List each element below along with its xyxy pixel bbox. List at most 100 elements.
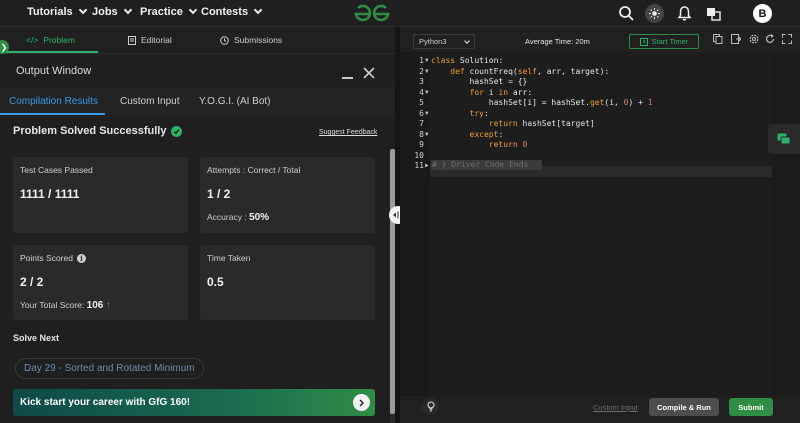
average-time: Average Time: 20m bbox=[525, 37, 590, 46]
compile-run-button[interactable]: Compile & Run bbox=[649, 398, 719, 416]
translate-icon[interactable] bbox=[705, 5, 722, 22]
total-score: Your Total Score: 106 ↑ bbox=[20, 300, 111, 311]
chevron-down-icon bbox=[464, 38, 470, 44]
theme-toggle-button[interactable] bbox=[645, 4, 664, 23]
code-line: 2 ▼ def countFreq(self, arr, target): bbox=[400, 67, 800, 78]
nav-contests[interactable]: Contests bbox=[201, 5, 263, 18]
code-line: 8 ▼ except: bbox=[400, 130, 800, 141]
line-number: 4 bbox=[419, 87, 424, 97]
card-label-row: Points Scored i bbox=[20, 253, 86, 263]
search-icon[interactable] bbox=[618, 5, 635, 22]
suggest-feedback-link[interactable]: Suggest Feedback bbox=[319, 129, 377, 136]
custom-input-link[interactable]: Custom Input bbox=[593, 403, 638, 412]
chat-icon bbox=[777, 133, 791, 145]
tab-submissions[interactable]: Submissions bbox=[220, 35, 282, 45]
card-label: Attempts : Correct / Total bbox=[207, 165, 301, 175]
chevron-down-icon bbox=[78, 5, 87, 15]
tab-editorial[interactable]: Editorial bbox=[128, 35, 172, 45]
gfg-logo[interactable] bbox=[352, 3, 392, 25]
active-result-tab-indicator bbox=[0, 113, 105, 115]
fullscreen-icon[interactable] bbox=[782, 34, 792, 44]
code-line: 7 return hashSet[target] bbox=[400, 119, 800, 130]
close-icon[interactable] bbox=[362, 66, 376, 80]
avatar[interactable]: B bbox=[753, 4, 772, 23]
hint-button[interactable] bbox=[422, 398, 439, 415]
language-select[interactable]: Python3 bbox=[413, 34, 475, 49]
card-value: 1111 / 1111 bbox=[20, 187, 80, 201]
lightbulb-icon bbox=[427, 401, 434, 412]
line-number: 3 bbox=[419, 77, 424, 86]
line-number: 11 bbox=[414, 161, 424, 170]
output-window-title: Output Window bbox=[16, 65, 92, 77]
tab-compilation-results[interactable]: Compilation Results bbox=[9, 96, 98, 107]
code-line: 3 hashSet = {} bbox=[400, 77, 800, 88]
check-circle-icon bbox=[171, 125, 183, 137]
line-number: 10 bbox=[414, 150, 424, 160]
tab-editorial-label: Editorial bbox=[141, 35, 172, 45]
code-icon: </> bbox=[26, 35, 39, 45]
fold-icon[interactable]: ▼ bbox=[425, 109, 429, 120]
card-value: 1 / 2 bbox=[207, 187, 231, 201]
line-number: 1 bbox=[419, 56, 424, 65]
fold-icon[interactable]: ▶ bbox=[425, 161, 429, 172]
fold-icon[interactable]: ▼ bbox=[425, 88, 429, 99]
card-value: 2 / 2 bbox=[20, 275, 44, 289]
next-problem-link[interactable]: Day 29 - Sorted and Rotated Minimum bbox=[15, 358, 204, 379]
fold-icon[interactable]: ▼ bbox=[425, 67, 429, 78]
promo-banner-text: Kick start your career with GfG 160! bbox=[20, 397, 191, 408]
copy-icon[interactable] bbox=[713, 34, 723, 44]
fold-icon[interactable]: ▼ bbox=[425, 130, 429, 141]
chevron-down-icon bbox=[188, 5, 198, 15]
editor-scrollbar[interactable] bbox=[772, 52, 800, 398]
language-value: Python3 bbox=[419, 37, 447, 46]
chat-button[interactable] bbox=[768, 124, 800, 154]
top-navbar: Tutorials Jobs Practice Contests B bbox=[0, 0, 800, 27]
chevron-right-icon: ❯ bbox=[0, 42, 8, 52]
line-number: 8 bbox=[419, 129, 424, 139]
card-points: Points Scored i 2 / 2 Your Total Score: … bbox=[13, 245, 188, 320]
bell-icon[interactable] bbox=[676, 5, 693, 22]
line-number: 5 bbox=[419, 98, 424, 107]
code-area[interactable]: 1 ▼ class Solution: 2 ▼ def countFreq(self,… bbox=[400, 52, 800, 398]
problem-panel: </> Problem Editorial Submissions ❯ Outpu… bbox=[0, 27, 395, 423]
promo-banner-button[interactable] bbox=[353, 394, 370, 411]
solve-next-heading: Solve Next bbox=[13, 333, 60, 343]
card-attempts: Attempts : Correct / Total 1 / 2 Accurac… bbox=[200, 157, 375, 233]
nav-tutorials-label: Tutorials bbox=[27, 6, 73, 18]
minimize-icon[interactable] bbox=[342, 77, 353, 79]
fold-icon[interactable]: ▼ bbox=[425, 56, 429, 67]
status-text: Problem Solved Successfully bbox=[13, 125, 167, 137]
code-line: 9 return 0 bbox=[400, 140, 800, 151]
timer-icon bbox=[639, 37, 648, 46]
start-timer-button[interactable]: Start Timer bbox=[629, 34, 699, 49]
info-icon[interactable]: i bbox=[76, 253, 86, 263]
nav-tutorials[interactable]: Tutorials bbox=[27, 5, 87, 18]
line-number: 6 bbox=[419, 108, 424, 118]
code-line: 6 ▼ try: bbox=[400, 109, 800, 120]
reset-icon[interactable] bbox=[765, 34, 775, 44]
clock-icon bbox=[220, 35, 229, 45]
card-label: Time Taken bbox=[207, 253, 251, 263]
promo-banner[interactable]: Kick start your career with GfG 160! bbox=[13, 389, 375, 416]
tab-submissions-label: Submissions bbox=[234, 35, 283, 45]
tab-custom-input[interactable]: Custom Input bbox=[120, 96, 179, 107]
collapsed-code-placeholder[interactable]: # } Driver Code Ends bbox=[431, 160, 542, 170]
card-test-cases: Test Cases Passed 1111 / 1111 bbox=[13, 157, 188, 233]
accuracy-value: 50% bbox=[249, 212, 270, 223]
code-line: 4 ▼ for i in arr: bbox=[400, 88, 800, 99]
sun-icon bbox=[649, 8, 660, 19]
export-icon[interactable] bbox=[731, 34, 741, 44]
tab-problem[interactable]: </> Problem bbox=[26, 35, 75, 45]
nav-practice-label: Practice bbox=[140, 6, 183, 18]
accuracy-label: Accuracy : bbox=[207, 212, 247, 222]
accuracy: Accuracy : 50% bbox=[207, 212, 269, 223]
submit-button[interactable]: Submit bbox=[729, 398, 773, 416]
card-value: 0.5 bbox=[207, 275, 224, 289]
status-message: Problem Solved Successfully bbox=[13, 125, 183, 137]
nav-jobs[interactable]: Jobs bbox=[92, 5, 132, 18]
tab-problem-label: Problem bbox=[43, 35, 75, 45]
nav-practice[interactable]: Practice bbox=[140, 5, 198, 18]
settings-icon[interactable] bbox=[749, 34, 759, 44]
tab-yogi-ai-bot[interactable]: Y.O.G.I. (AI Bot) bbox=[199, 96, 271, 107]
chevron-right-icon bbox=[359, 399, 364, 406]
